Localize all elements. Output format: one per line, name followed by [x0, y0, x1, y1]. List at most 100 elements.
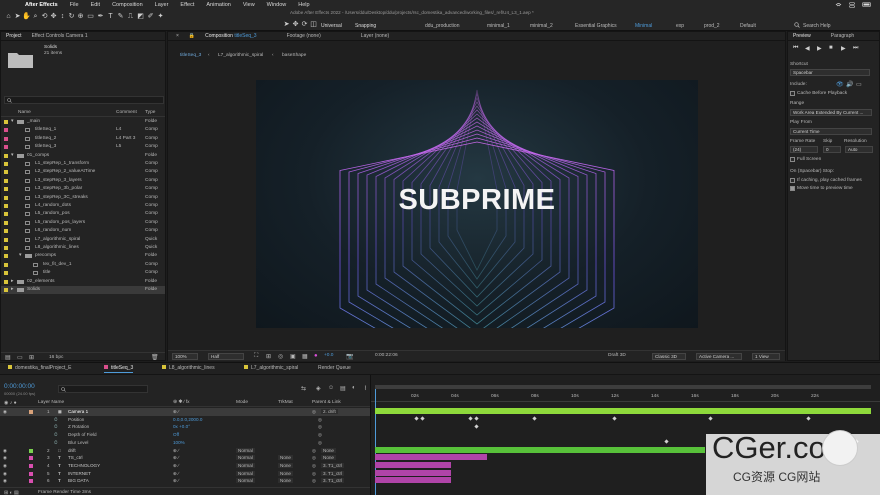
breadcrumb-item[interactable]: baseShape	[282, 53, 306, 58]
workspace-tab[interactable]: Essential Graphics	[575, 23, 617, 29]
puppet-tool-icon[interactable]: ✦	[156, 12, 165, 21]
orbit-camera-icon[interactable]: ⟲	[40, 12, 49, 21]
menu-item[interactable]: Edit	[91, 2, 100, 8]
layer-property[interactable]: ⏱ Position 0.0,0.0,2000.0 ◎	[0, 416, 370, 424]
tab-composition[interactable]: Composition titleSeq_3	[205, 33, 256, 39]
camera-mode-dropdown[interactable]: Classic 3D	[652, 353, 686, 360]
property-value[interactable]: 100%	[173, 440, 185, 445]
layer-name[interactable]: drift	[68, 448, 76, 453]
timeline-layer[interactable]: ◉ 5 T INTERNET ⊕ ∕ Normal None ◎ 3. T1_ctrl	[0, 470, 370, 478]
skip-dropdown[interactable]: 0	[823, 146, 841, 153]
visibility-eye-icon[interactable]: ◉	[3, 409, 7, 415]
expression-pickwhip-icon[interactable]: ◎	[318, 432, 322, 438]
label-color-swatch[interactable]	[4, 246, 8, 250]
project-item[interactable]: L7_algorithmic_spiral Quick	[1, 236, 165, 244]
label-color-swatch[interactable]	[4, 204, 8, 208]
move-time-checkbox[interactable]	[790, 186, 795, 191]
axis-local-icon[interactable]: ➤	[282, 20, 291, 29]
blend-mode-dropdown[interactable]: Normal	[236, 478, 255, 484]
include-video-icon[interactable]: 👁	[836, 81, 844, 88]
comp-flowchart-icon[interactable]: ⇆	[301, 385, 306, 392]
motion-blur-icon[interactable]: ◐	[352, 385, 356, 391]
previous-frame-icon[interactable]: ◀	[805, 45, 810, 52]
menu-item[interactable]: View	[243, 2, 255, 8]
menu-item[interactable]: Layer	[155, 2, 169, 8]
new-comp-icon[interactable]: ⊞	[29, 354, 34, 361]
fast-preview-icon[interactable]: ⛶	[254, 353, 258, 360]
layer-duration-bar[interactable]	[375, 469, 451, 476]
track-matte-dropdown[interactable]: None	[278, 470, 293, 476]
layer-label-color[interactable]	[29, 479, 33, 484]
layer-duration-bar[interactable]	[375, 446, 705, 453]
label-color-swatch[interactable]	[4, 145, 8, 150]
menu-item[interactable]: Effect	[180, 2, 194, 8]
layer-duration-bar[interactable]	[375, 454, 487, 461]
disclosure-arrow-icon[interactable]: ▾	[11, 119, 13, 124]
timeline-tab[interactable]: L7_algorithmic_spiral	[244, 364, 298, 373]
keyframe[interactable]	[664, 439, 669, 444]
label-color-swatch[interactable]	[4, 136, 8, 141]
parent-pickwhip-icon[interactable]: ◎	[312, 409, 316, 415]
workspace-tab[interactable]: minimal_2	[530, 23, 553, 29]
timeline-layer[interactable]: ◉ 3 T TS_ctrl ⊕ ∕ Normal None ◎ None	[0, 454, 370, 462]
keyframe[interactable]	[474, 424, 479, 429]
col-mode[interactable]: Mode	[236, 400, 248, 405]
bpc-label[interactable]: 16 bpc	[49, 355, 63, 360]
new-folder-icon[interactable]: ▭	[17, 354, 23, 361]
label-color-swatch[interactable]	[4, 128, 8, 133]
include-overlays-icon[interactable]: ▭	[856, 81, 862, 88]
project-item[interactable]: titleSeq_3 L5 Comp	[1, 143, 165, 151]
project-item[interactable]: ▾ 01_comps Folde	[1, 152, 165, 160]
property-value[interactable]: 0.0,0.0,2000.0	[173, 417, 202, 422]
layer-duration-bar[interactable]	[375, 461, 451, 468]
pen-tool-icon[interactable]: ✒	[96, 12, 105, 21]
track-matte-dropdown[interactable]: None	[278, 462, 293, 468]
expression-pickwhip-icon[interactable]: ◎	[318, 440, 322, 446]
timeline-tab[interactable]: Render Queue	[318, 364, 351, 373]
timeline-tab[interactable]: titleSeq_3	[104, 364, 134, 373]
next-frame-icon[interactable]: ▶	[841, 45, 846, 52]
workspace-tab[interactable]: Minimal	[635, 23, 652, 29]
frame-rate-dropdown[interactable]: (24)	[790, 146, 818, 153]
menu-item[interactable]: Help	[298, 2, 309, 8]
col-name[interactable]: Name	[18, 110, 31, 115]
track-matte-dropdown[interactable]: None	[278, 455, 293, 461]
layer-name[interactable]: BIG DATA	[68, 478, 89, 483]
stopwatch-icon[interactable]: ⏱	[54, 424, 58, 429]
project-item[interactable]: L4_random_dots Comp	[1, 202, 165, 210]
label-color-swatch[interactable]	[4, 187, 8, 192]
label-color-swatch[interactable]	[4, 229, 8, 234]
label-color-swatch[interactable]	[4, 237, 8, 242]
property-value[interactable]: Off	[173, 432, 179, 437]
timeline-layer[interactable]: ◉ 6 T BIG DATA ⊕ ∕ Normal None ◎ 3. T1_ctrl	[0, 477, 370, 485]
layer-label-color[interactable]	[29, 448, 33, 453]
zoom-dropdown[interactable]: 100%	[172, 353, 198, 360]
blend-mode-dropdown[interactable]: Normal	[236, 447, 255, 453]
timeline-tab[interactable]: L8_algorithmic_lines	[162, 364, 215, 373]
layer-name[interactable]: Camera 1	[68, 409, 88, 414]
transparency-grid-icon[interactable]: ▦	[302, 353, 308, 360]
col-parent[interactable]: Parent & Link	[312, 400, 341, 405]
project-item[interactable]: L2_stepRep_2_valueAtTime Comp	[1, 168, 165, 176]
project-item[interactable]: L1_stepRep_1_transform Comp	[1, 160, 165, 168]
keyframe[interactable]	[806, 416, 811, 421]
snapshot-icon[interactable]: 📷	[346, 353, 353, 360]
resolution-dropdown[interactable]: Auto	[845, 146, 873, 153]
layer-switches[interactable]: ⊕ ∕	[173, 409, 179, 415]
tab-effect-controls[interactable]: Effect Controls Camera 1	[32, 33, 88, 39]
layer-property[interactable]: ⏱ Blur Level 100% ◎	[0, 439, 370, 447]
blend-mode-dropdown[interactable]: Normal	[236, 462, 255, 468]
work-area-bar[interactable]	[375, 385, 871, 389]
include-audio-icon[interactable]: 🔊	[846, 81, 853, 88]
parent-dropdown[interactable]: 3. T1_ctrl	[321, 478, 345, 484]
home-icon[interactable]: ⌂	[4, 12, 13, 21]
layer-name[interactable]: TECHNOLOGY	[68, 463, 100, 468]
frame-blending-icon[interactable]: ▤	[340, 385, 346, 392]
label-color-swatch[interactable]	[4, 153, 8, 158]
project-item[interactable]: ▸ 02_elements Folde	[1, 278, 165, 286]
label-color-swatch[interactable]	[4, 195, 8, 200]
project-item[interactable]: L5_random_pos Comp	[1, 210, 165, 218]
timeline-timecode[interactable]: 0:00:00:00	[4, 383, 35, 390]
project-item[interactable]: titleSeq_1 L4 Comp	[1, 126, 165, 134]
track-matte-dropdown[interactable]: None	[278, 478, 293, 484]
